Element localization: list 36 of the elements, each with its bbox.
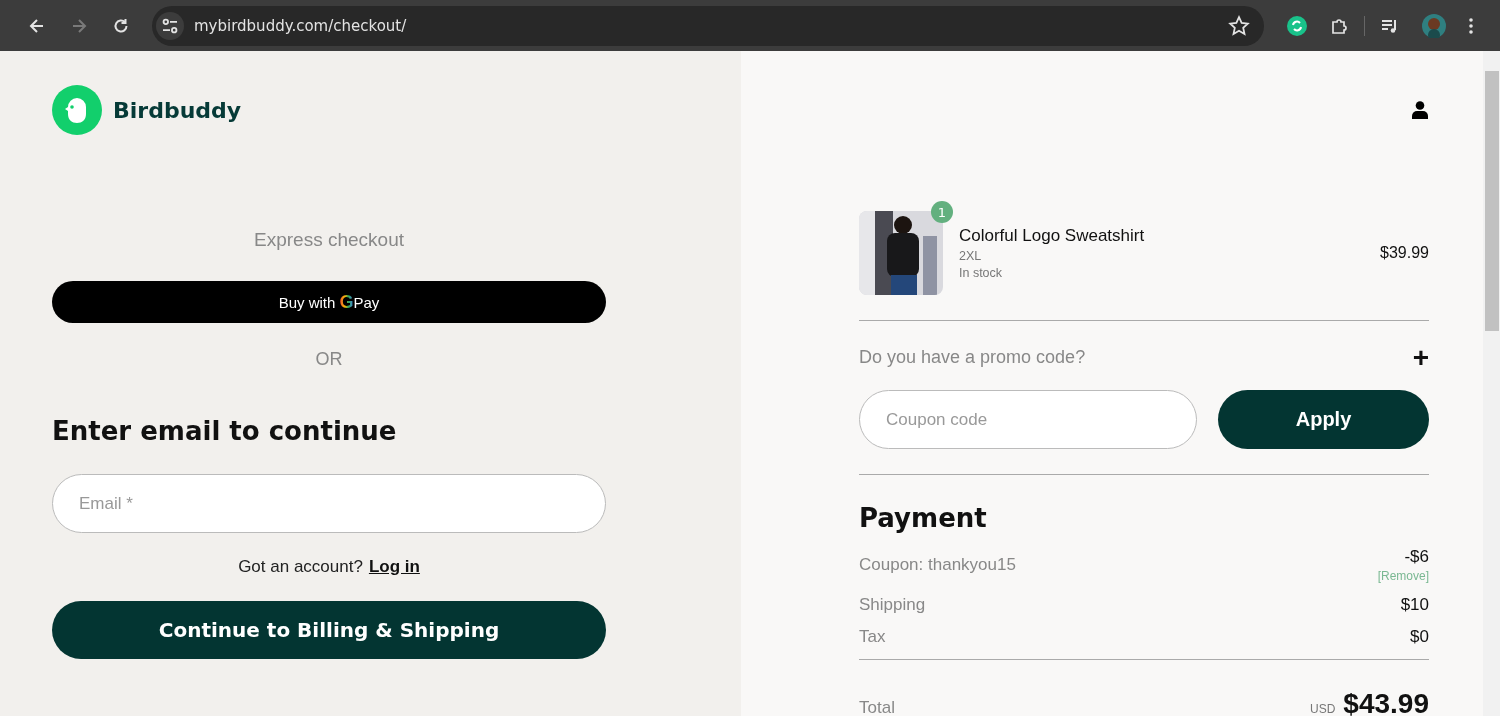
menu-icon[interactable] — [1468, 15, 1474, 36]
site-settings-icon[interactable] — [156, 11, 184, 40]
summary-amount: -$6 — [1404, 547, 1429, 567]
continue-button[interactable]: Continue to Billing & Shipping — [52, 601, 606, 659]
summary-label: Shipping — [859, 595, 926, 615]
payment-heading: Payment — [859, 503, 987, 533]
email-field[interactable]: Email * — [52, 474, 606, 533]
summary-label: Tax — [859, 627, 886, 647]
product-price: $39.99 — [1380, 244, 1429, 262]
account-prompt: Got an account? — [238, 557, 363, 577]
brand-name[interactable]: Birdbuddy — [113, 97, 242, 123]
stock-status: In stock — [959, 266, 1004, 280]
quantity-badge: 1 — [931, 201, 953, 223]
bookmark-star-icon[interactable] — [1228, 14, 1250, 37]
summary-amount: $0 — [1410, 627, 1429, 647]
summary-label: Coupon: thankyou15 — [859, 555, 1016, 576]
scrollbar-thumb[interactable] — [1485, 71, 1499, 331]
url-text: mybirdbuddy.com/checkout/ — [194, 16, 408, 35]
sync-extension-icon[interactable] — [1287, 15, 1307, 36]
login-link[interactable]: Log in — [368, 557, 420, 577]
or-separator: OR — [315, 349, 343, 370]
coupon-field[interactable]: Coupon code — [859, 390, 1197, 449]
expand-toggle[interactable]: + — [1412, 347, 1429, 368]
express-checkout-title: Express checkout — [254, 229, 404, 251]
product-name: Colorful Logo Sweatshirt — [959, 226, 1146, 246]
google-pay-button[interactable]: Buy with GPay — [52, 281, 606, 323]
currency-label: USD — [1310, 702, 1336, 716]
account-icon[interactable] — [1412, 101, 1428, 119]
apply-button[interactable]: Apply — [1218, 390, 1429, 449]
product-variant: 2XL — [959, 249, 983, 263]
email-heading: Enter email to continue — [52, 416, 397, 446]
address-bar[interactable]: mybirdbuddy.com/checkout/ — [152, 5, 1264, 46]
bird-logo-icon — [52, 85, 102, 135]
total-amount: $43.99 — [1343, 688, 1429, 716]
total-label: Total — [859, 698, 895, 716]
summary-amount: $10 — [1400, 595, 1429, 615]
